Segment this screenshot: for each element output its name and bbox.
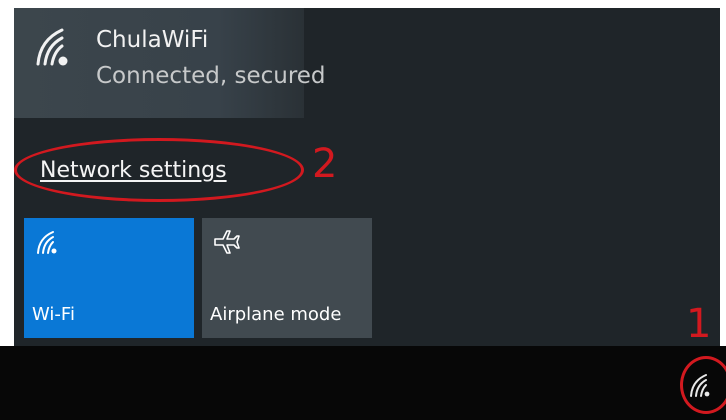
wifi-toggle-tile[interactable]: Wi-Fi [24, 218, 194, 338]
taskbar [0, 346, 726, 420]
annotation-step-1: 1 [686, 301, 712, 347]
network-flyout: ChulaWiFi Connected, secured Network set… [14, 8, 720, 346]
airplane-mode-tile[interactable]: Airplane mode [202, 218, 372, 338]
airplane-icon [214, 230, 240, 254]
wifi-secured-icon [36, 28, 68, 66]
airplane-tile-label: Airplane mode [210, 304, 342, 325]
wifi-icon [37, 231, 57, 254]
network-item-chulawifi[interactable]: ChulaWiFi Connected, secured [14, 8, 326, 118]
wifi-tile-label: Wi-Fi [32, 304, 75, 325]
network-name: ChulaWiFi [96, 27, 209, 53]
wifi-tray-icon[interactable] [688, 372, 714, 398]
screenshot-frame: ChulaWiFi Connected, secured Network set… [0, 0, 726, 420]
network-settings-link[interactable]: Network settings [40, 156, 227, 186]
network-status: Connected, secured [96, 63, 326, 89]
annotation-step-2: 2 [312, 141, 338, 187]
